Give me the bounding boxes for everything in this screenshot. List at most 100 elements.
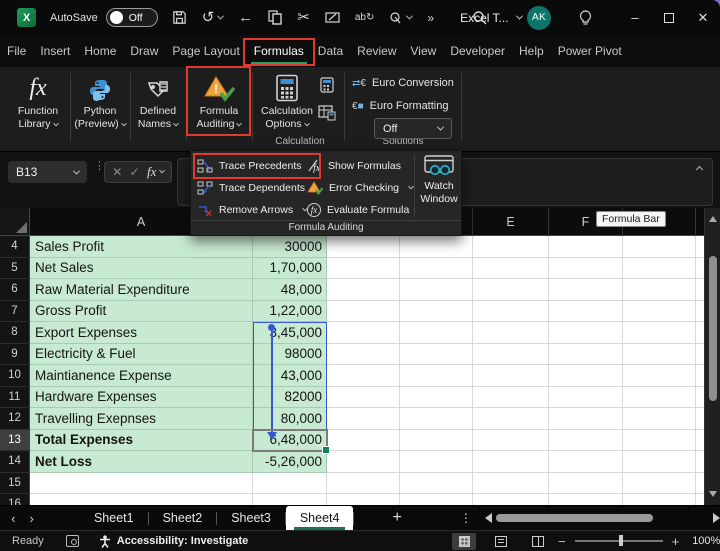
cell-empty[interactable] bbox=[549, 494, 623, 505]
ribbon-tab[interactable]: Home bbox=[77, 35, 123, 67]
cell-empty[interactable] bbox=[696, 279, 704, 301]
cell-label[interactable]: Gross Profit bbox=[30, 301, 253, 323]
menu-item-trace-dependents[interactable]: Trace Dependents bbox=[197, 177, 305, 199]
vertical-scroll-thumb[interactable] bbox=[709, 256, 717, 401]
maximize-button[interactable] bbox=[652, 0, 686, 35]
cell-empty[interactable] bbox=[327, 430, 400, 452]
cancel-icon[interactable]: ✕ bbox=[112, 165, 122, 179]
cell-empty[interactable] bbox=[696, 451, 704, 473]
cell-empty[interactable] bbox=[327, 322, 400, 344]
sheet-tab[interactable]: Sheet1 bbox=[80, 506, 148, 531]
ribbon-tab[interactable]: Help bbox=[512, 35, 551, 67]
cell-empty[interactable] bbox=[696, 365, 704, 387]
cell-empty[interactable] bbox=[473, 322, 549, 344]
cell-label[interactable]: Net Loss bbox=[30, 451, 253, 473]
cell-empty[interactable] bbox=[400, 494, 473, 505]
minimize-button[interactable]: – bbox=[618, 0, 652, 35]
cell-label[interactable]: Maintianence Expense bbox=[30, 365, 253, 387]
cell-value[interactable]: 1,22,000 bbox=[253, 301, 327, 323]
cell-empty[interactable] bbox=[400, 451, 473, 473]
replace-icon[interactable]: ab↻ bbox=[355, 13, 375, 23]
cell-empty[interactable] bbox=[549, 236, 623, 258]
cell-empty[interactable] bbox=[473, 451, 549, 473]
row-header[interactable]: 13 bbox=[0, 430, 30, 452]
save-icon[interactable] bbox=[172, 10, 187, 25]
cell-empty[interactable] bbox=[473, 344, 549, 366]
insert-function-icon[interactable]: fx bbox=[147, 164, 164, 180]
cell-empty[interactable] bbox=[327, 279, 400, 301]
cell-empty[interactable] bbox=[400, 344, 473, 366]
touch-mode-icon[interactable] bbox=[389, 11, 412, 24]
calculate-sheet-button[interactable] bbox=[318, 105, 336, 121]
ribbon-tab[interactable]: File bbox=[0, 35, 33, 67]
scroll-down-arrow[interactable] bbox=[709, 491, 717, 497]
normal-view-button[interactable] bbox=[452, 533, 476, 550]
cell-empty[interactable] bbox=[400, 322, 473, 344]
cell-empty[interactable] bbox=[327, 473, 400, 495]
cell-empty[interactable] bbox=[623, 365, 696, 387]
lightbulb-icon[interactable] bbox=[579, 10, 592, 26]
cell-value[interactable]: 48,000 bbox=[253, 279, 327, 301]
cell-empty[interactable] bbox=[327, 344, 400, 366]
cell-empty[interactable] bbox=[400, 473, 473, 495]
cell-label[interactable]: Hardware Expenses bbox=[30, 387, 253, 409]
undo-icon[interactable]: ↺ bbox=[202, 10, 224, 25]
cell-empty[interactable] bbox=[549, 387, 623, 409]
row-header[interactable]: 12 bbox=[0, 408, 30, 430]
cell-label[interactable] bbox=[30, 494, 253, 505]
cell-empty[interactable] bbox=[473, 301, 549, 323]
ribbon-tab[interactable]: Page Layout bbox=[165, 35, 246, 67]
zoom-slider[interactable] bbox=[575, 540, 663, 542]
sheet-tab[interactable]: Sheet4 bbox=[286, 506, 354, 531]
cell-label[interactable]: Raw Material Expenditure bbox=[30, 279, 253, 301]
row-header[interactable]: 8 bbox=[0, 322, 30, 344]
zoom-slider-thumb[interactable] bbox=[619, 535, 623, 546]
ribbon-tab[interactable]: Developer bbox=[443, 35, 512, 67]
macro-record-icon[interactable] bbox=[66, 535, 79, 547]
cell-value[interactable] bbox=[253, 473, 327, 495]
zoom-level[interactable]: 100% bbox=[692, 535, 720, 547]
cell-label[interactable]: Net Sales bbox=[30, 258, 253, 280]
ribbon-tab[interactable]: Power Pivot bbox=[551, 35, 629, 67]
cell-empty[interactable] bbox=[549, 451, 623, 473]
cell-empty[interactable] bbox=[623, 258, 696, 280]
python-preview-button[interactable]: Python (Preview) bbox=[72, 70, 128, 142]
cell-empty[interactable] bbox=[623, 451, 696, 473]
cell-empty[interactable] bbox=[623, 322, 696, 344]
ribbon-tab[interactable]: View bbox=[404, 35, 444, 67]
cell-empty[interactable] bbox=[623, 387, 696, 409]
close-button[interactable]: ✕ bbox=[686, 0, 720, 35]
row-header[interactable]: 5 bbox=[0, 258, 30, 280]
cell-empty[interactable] bbox=[327, 258, 400, 280]
cell-empty[interactable] bbox=[549, 279, 623, 301]
row-header[interactable]: 11 bbox=[0, 387, 30, 409]
cell-value[interactable]: 30000 bbox=[253, 236, 327, 258]
cell-empty[interactable] bbox=[623, 494, 696, 505]
name-box[interactable]: B13 bbox=[8, 161, 87, 183]
row-header[interactable]: 10 bbox=[0, 365, 30, 387]
euro-format-dropdown[interactable]: Off bbox=[374, 118, 452, 139]
back-arrow-icon[interactable]: ← bbox=[238, 10, 253, 25]
cut-icon[interactable]: ✂ bbox=[297, 10, 310, 25]
cell-empty[interactable] bbox=[623, 430, 696, 452]
add-sheet-button[interactable]: + bbox=[392, 509, 401, 527]
select-all-corner[interactable] bbox=[0, 208, 30, 236]
sheet-tab[interactable]: Sheet3 bbox=[217, 506, 285, 531]
ribbon-tab[interactable]: Insert bbox=[33, 35, 77, 67]
cell-empty[interactable] bbox=[400, 279, 473, 301]
row-header[interactable]: 7 bbox=[0, 301, 30, 323]
cell-empty[interactable] bbox=[623, 473, 696, 495]
ribbon-tab[interactable]: Review bbox=[350, 35, 403, 67]
cell-empty[interactable] bbox=[549, 258, 623, 280]
column-header[interactable]: E bbox=[473, 208, 549, 236]
calculate-now-button[interactable] bbox=[320, 77, 334, 93]
accessibility-status[interactable]: Accessibility: Investigate bbox=[117, 535, 248, 547]
row-header[interactable]: 15 bbox=[0, 473, 30, 495]
hscroll-left-arrow[interactable] bbox=[485, 513, 492, 523]
enter-check-icon[interactable]: ✓ bbox=[130, 165, 140, 179]
cell-empty[interactable] bbox=[549, 322, 623, 344]
euro-conversion-button[interactable]: ⇄€ Euro Conversion bbox=[352, 77, 454, 89]
formula-bar-expand-icon[interactable] bbox=[696, 166, 703, 173]
accessibility-icon[interactable] bbox=[99, 535, 111, 548]
hscroll-right-arrow[interactable] bbox=[713, 513, 720, 523]
